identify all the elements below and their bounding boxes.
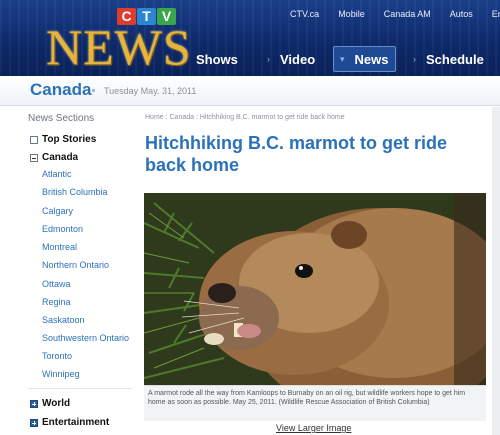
separator-dot <box>92 89 95 92</box>
collapse-icon <box>30 153 38 162</box>
sidebar-subitem-calgary[interactable]: Calgary <box>42 206 73 216</box>
section-title[interactable]: Canada <box>30 80 91 100</box>
photo-caption: A marmot rode all the way from Kamloops … <box>144 385 486 421</box>
top-link-canada-am[interactable]: Canada AM <box>384 9 431 23</box>
expand-icon <box>30 418 38 427</box>
news-wordmark[interactable]: NEWS <box>46 22 192 72</box>
sidebar-subitem-regina[interactable]: Regina <box>42 297 71 307</box>
checkbox-icon <box>30 135 38 144</box>
top-link-autos[interactable]: Autos <box>450 9 473 23</box>
top-link-entertainment[interactable]: Ente <box>492 9 500 23</box>
top-link-ctv[interactable]: CTV.ca <box>290 9 319 23</box>
article-photo[interactable] <box>144 193 486 385</box>
sidebar-subitem-atlantic[interactable]: Atlantic <box>42 169 72 179</box>
nav-schedule[interactable]: › Schedule <box>413 46 484 72</box>
breadcrumb[interactable]: Home : Canada : Hitchhiking B.C. marmot … <box>145 114 345 121</box>
sidebar-item-top-stories[interactable]: Top Stories <box>30 134 96 145</box>
sidebar-item-entertainment[interactable]: Entertainment <box>30 417 109 428</box>
marmot-photo-illustration <box>144 193 486 385</box>
sidebar-subitem-british-columbia[interactable]: British Columbia <box>42 187 108 197</box>
chevron-right-icon: › <box>267 54 270 64</box>
sidebar-item-canada[interactable]: Canada <box>30 152 78 163</box>
sidebar-subitem-ottawa[interactable]: Ottawa <box>42 279 71 289</box>
sidebar-divider <box>28 388 132 389</box>
article-headline: Hitchhiking B.C. marmot to get ride back… <box>145 133 448 175</box>
nav-news[interactable]: ▾ News <box>333 46 396 72</box>
sidebar-heading: News Sections <box>28 113 95 124</box>
sidebar-subitem-montreal[interactable]: Montreal <box>42 242 77 252</box>
news-sections-sidebar: News Sections Top Stories Canada Atlanti… <box>0 107 136 435</box>
chevron-right-icon: › <box>183 54 186 64</box>
site-header: CTV.ca Mobile Canada AM Autos Ente C T V… <box>0 0 500 76</box>
view-larger-image-link[interactable]: View Larger Image <box>276 423 351 433</box>
sidebar-subitem-winnipeg[interactable]: Winnipeg <box>42 369 80 379</box>
top-link-mobile[interactable]: Mobile <box>338 9 365 23</box>
sidebar-subitem-southwestern-ontario[interactable]: Southwestern Ontario <box>42 333 129 343</box>
chevron-right-icon: › <box>413 54 416 64</box>
top-links: CTV.ca Mobile Canada AM Autos Ente <box>290 9 500 23</box>
expand-icon <box>30 399 38 408</box>
sidebar-subitem-saskatoon[interactable]: Saskatoon <box>42 315 85 325</box>
nav-shows[interactable]: › Shows <box>183 46 238 72</box>
sidebar-subitem-edmonton[interactable]: Edmonton <box>42 224 83 234</box>
page-date: Tuesday May. 31, 2011 <box>104 86 197 96</box>
sidebar-subitem-toronto[interactable]: Toronto <box>42 351 72 361</box>
article-main: Home : Canada : Hitchhiking B.C. marmot … <box>136 107 500 435</box>
chevron-down-icon: ▾ <box>340 53 345 64</box>
sidebar-subitem-northern-ontario[interactable]: Northern Ontario <box>42 260 109 270</box>
nav-video[interactable]: › Video <box>267 46 315 72</box>
right-rail <box>492 107 500 435</box>
sidebar-item-world[interactable]: World <box>30 398 70 409</box>
section-bar: Canada Tuesday May. 31, 2011 <box>0 76 500 106</box>
